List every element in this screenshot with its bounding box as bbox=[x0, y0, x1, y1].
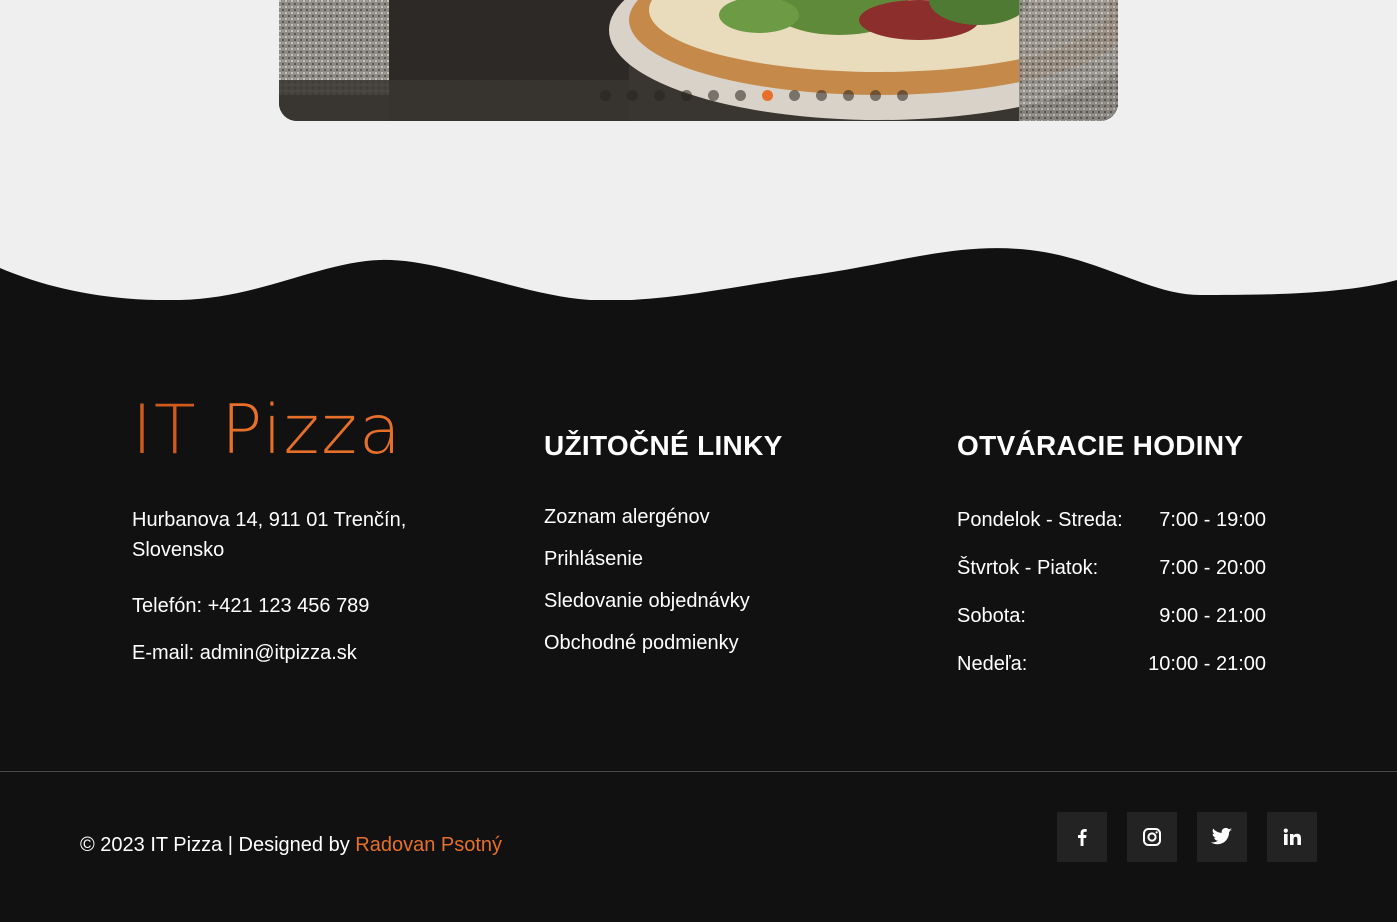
list-item: Zoznam alergénov bbox=[544, 496, 864, 538]
hours-day: Nedeľa: bbox=[957, 653, 1028, 675]
carousel-dot[interactable] bbox=[734, 90, 746, 101]
links-list: Zoznam alergénov Prihlásenie Sledovanie … bbox=[544, 496, 864, 664]
address-line-2: Slovensko bbox=[132, 539, 225, 561]
hours-day: Pondelok - Streda: bbox=[957, 509, 1123, 531]
hours-time: 9:00 - 21:00 bbox=[1159, 605, 1266, 627]
list-item: Obchodné podmienky bbox=[544, 622, 864, 664]
phone-text: Telefón: +421 123 456 789 bbox=[132, 595, 370, 617]
carousel-dot[interactable] bbox=[842, 90, 854, 101]
instagram-button[interactable] bbox=[1127, 812, 1177, 862]
twitter-icon bbox=[1211, 827, 1233, 845]
carousel-dot[interactable] bbox=[869, 90, 881, 101]
footer-links-column: UŽITOČNÉ LINKY Zoznam alergénov Prihláse… bbox=[544, 430, 864, 664]
footer-divider bbox=[0, 771, 1397, 772]
hours-time: 10:00 - 21:00 bbox=[1148, 653, 1266, 675]
hours-row: Štvrtok - Piatok: 7:00 - 20:00 bbox=[957, 544, 1266, 592]
copyright: © 2023 IT Pizza | Designed by Radovan Ps… bbox=[80, 834, 502, 857]
link-terms[interactable]: Obchodné podmienky bbox=[544, 632, 739, 654]
hours-row: Nedeľa: 10:00 - 21:00 bbox=[957, 640, 1266, 688]
carousel-dot[interactable] bbox=[896, 90, 908, 101]
site-footer: IT Pizza Hurbanova 14, 911 01 Trenčín, S… bbox=[0, 300, 1397, 922]
carousel-dot[interactable] bbox=[815, 90, 827, 101]
list-item: Prihlásenie bbox=[544, 538, 864, 580]
email-text: E-mail: admin@itpizza.sk bbox=[132, 642, 357, 664]
carousel-dots bbox=[279, 90, 1118, 101]
carousel-dot[interactable] bbox=[680, 90, 692, 101]
footer-hours-column: OTVÁRACIE HODINY Pondelok - Streda: 7:00… bbox=[957, 430, 1277, 688]
carousel-dot[interactable] bbox=[626, 90, 638, 101]
hours-day: Sobota: bbox=[957, 605, 1026, 627]
linkedin-icon bbox=[1283, 828, 1301, 845]
facebook-button[interactable] bbox=[1057, 812, 1107, 862]
logo-prefix: IT bbox=[132, 391, 198, 470]
instagram-icon bbox=[1143, 828, 1161, 846]
hours-time: 7:00 - 19:00 bbox=[1159, 509, 1266, 531]
link-order-tracking[interactable]: Sledovanie objednávky bbox=[544, 590, 750, 612]
link-allergens[interactable]: Zoznam alergénov bbox=[544, 506, 710, 528]
carousel-dot-active[interactable] bbox=[761, 90, 773, 101]
twitter-button[interactable] bbox=[1197, 812, 1247, 862]
link-login[interactable]: Prihlásenie bbox=[544, 548, 643, 570]
hours-row: Pondelok - Streda: 7:00 - 19:00 bbox=[957, 496, 1266, 544]
carousel-dot[interactable] bbox=[653, 90, 665, 101]
hours-table: Pondelok - Streda: 7:00 - 19:00 Štvrtok … bbox=[957, 496, 1266, 688]
hours-row: Sobota: 9:00 - 21:00 bbox=[957, 592, 1266, 640]
logo-suffix: Pizza bbox=[221, 391, 403, 470]
links-title: UŽITOČNÉ LINKY bbox=[544, 430, 783, 461]
hours-day: Štvrtok - Piatok: bbox=[957, 557, 1099, 579]
footer-brand-column: IT Pizza Hurbanova 14, 911 01 Trenčín, S… bbox=[132, 395, 452, 665]
pizza-image bbox=[279, 0, 1118, 121]
site-logo[interactable]: IT Pizza bbox=[132, 395, 452, 467]
hours-title: OTVÁRACIE HODINY bbox=[957, 430, 1244, 461]
copyright-text: © 2023 IT Pizza | Designed by bbox=[80, 834, 356, 856]
facebook-icon bbox=[1078, 829, 1087, 846]
address: Hurbanova 14, 911 01 Trenčín, Slovensko bbox=[132, 505, 452, 565]
hero-carousel bbox=[279, 0, 1118, 121]
list-item: Sledovanie objednávky bbox=[544, 580, 864, 622]
carousel-dot[interactable] bbox=[788, 90, 800, 101]
footer-wave bbox=[0, 248, 1397, 302]
linkedin-button[interactable] bbox=[1267, 812, 1317, 862]
carousel-dot[interactable] bbox=[707, 90, 719, 101]
author-link[interactable]: Radovan Psotný bbox=[355, 834, 502, 856]
carousel-dot[interactable] bbox=[599, 90, 611, 101]
hours-time: 7:00 - 20:00 bbox=[1159, 557, 1266, 579]
address-line-1: Hurbanova 14, 911 01 Trenčín, bbox=[132, 509, 407, 531]
social-links bbox=[1057, 812, 1317, 862]
